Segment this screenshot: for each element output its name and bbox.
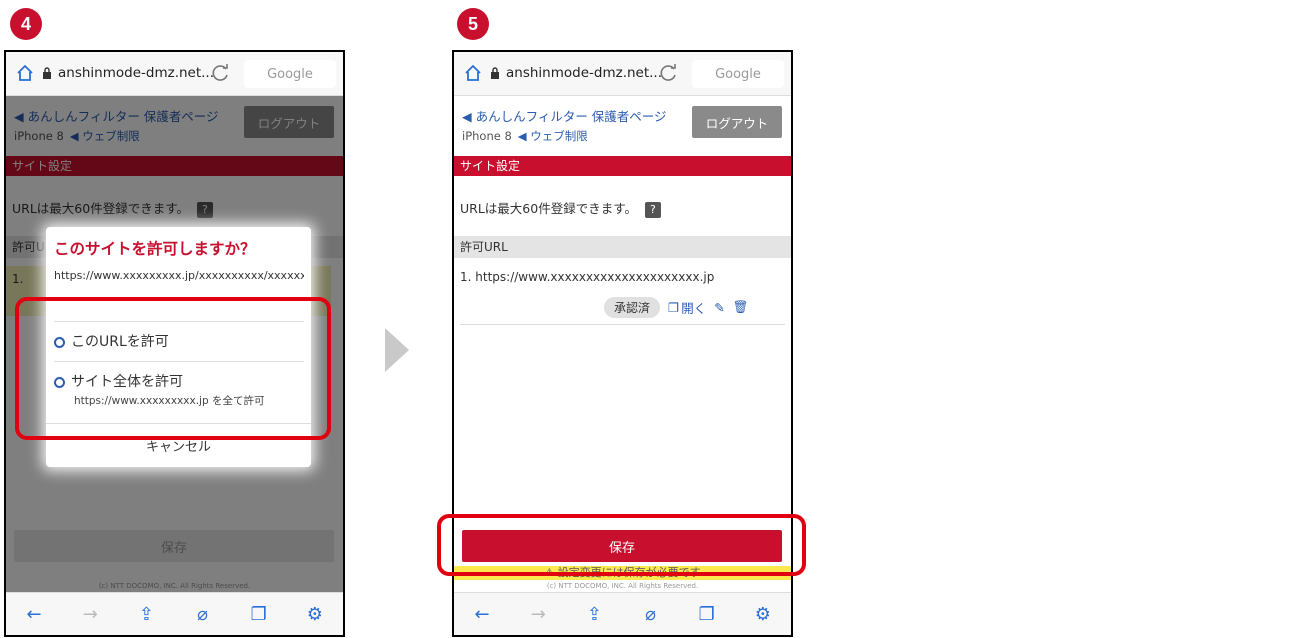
browser-url-bar: anshinmode-dmz.net... Google [454,52,791,96]
device-name: iPhone 8 [462,129,512,143]
forward-arrow-icon[interactable]: → [523,604,553,625]
url-text[interactable]: anshinmode-dmz.net... [58,65,214,81]
lock-icon [491,67,499,79]
open-window-icon: ❐ [668,299,680,315]
home-icon[interactable] [16,64,34,82]
home-icon[interactable] [464,64,482,82]
back-arrow-icon[interactable]: ← [467,604,497,625]
section-title: サイト設定 [454,156,791,176]
url-limit-note: URLは最大60件登録できます。? [460,198,661,218]
edit-pencil-icon[interactable]: ✎ [714,300,724,315]
settings-icon[interactable]: ⚙ [300,604,330,625]
entry-url-text: 1. https://www.xxxxxxxxxxxxxxxxxxxxx.jp [460,270,715,284]
browser-url-bar: anshinmode-dmz.net... Google [6,52,343,96]
url-limit-text: URLは最大60件登録できます。 [460,201,637,216]
tag-icon[interactable]: ⌀ [636,604,666,625]
back-arrow-icon[interactable]: ← [19,604,49,625]
logout-button[interactable]: ログアウト [692,106,782,138]
open-label: 開く [681,300,707,316]
entry-actions: 承認済 ❐ 開く ✎ 🗑 [604,296,749,318]
divider [460,324,785,325]
page-header: ◀ あんしんフィルター 保護者ページ iPhone 8 ◀ ウェブ制限 ログアウト [454,96,791,154]
forward-arrow-icon[interactable]: → [75,604,105,625]
browser-toolbar: ← → ⇪ ⌀ ❐ ⚙ [6,592,343,635]
list-item: 1. https://www.xxxxxxxxxxxxxxxxxxxxx.jp [460,270,714,284]
back-link[interactable]: ◀ あんしんフィルター 保護者ページ [462,106,667,125]
settings-icon[interactable]: ⚙ [748,604,778,625]
share-icon[interactable]: ⇪ [131,604,161,625]
help-icon[interactable]: ? [644,201,661,218]
url-text[interactable]: anshinmode-dmz.net... [506,65,662,81]
search-box[interactable]: Google [244,60,336,88]
tag-icon[interactable]: ⌀ [188,604,218,625]
lock-icon [43,67,51,79]
highlight-options [15,297,331,440]
allowed-url-header: 許可URL [454,236,791,258]
tabs-icon[interactable]: ❐ [244,604,274,625]
search-box[interactable]: Google [692,60,784,88]
dialog-title: このサイトを許可しますか？ [54,240,256,258]
tabs-icon[interactable]: ❐ [692,604,722,625]
highlight-save [437,514,806,576]
browser-toolbar: ← → ⇪ ⌀ ❐ ⚙ [454,592,791,635]
next-step-arrow [385,328,409,372]
share-icon[interactable]: ⇪ [579,604,609,625]
open-link[interactable]: ❐ 開く [668,298,706,317]
step-5-badge: 5 [457,8,489,40]
trash-icon[interactable]: 🗑 [733,299,749,315]
approved-badge: 承認済 [604,296,661,318]
reload-icon[interactable] [659,63,679,83]
copyright: (c) NTT DOCOMO, INC. All Rights Reserved… [546,582,699,590]
reload-icon[interactable] [211,63,231,83]
web-restriction-link[interactable]: ◀ ウェブ制限 [518,129,588,143]
step-4-badge: 4 [10,8,42,40]
